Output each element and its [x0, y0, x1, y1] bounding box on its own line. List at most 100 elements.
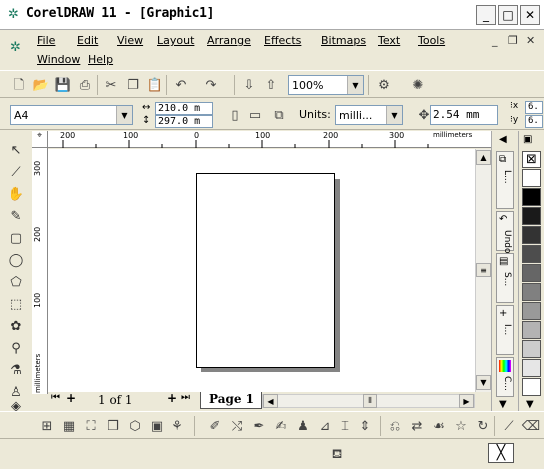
undo-icon[interactable]: ↶	[170, 74, 192, 96]
first-page-icon[interactable]: ⏮	[51, 392, 60, 403]
paper-type-dropdown[interactable]: A4 ▼	[10, 105, 133, 125]
polygon-tool-icon[interactable]: ⬠	[5, 271, 27, 293]
landscape-icon[interactable]: ▭	[244, 104, 266, 126]
color-swatch[interactable]	[522, 321, 541, 339]
minimize-button[interactable]: _	[476, 5, 496, 25]
new-icon[interactable]: 🗋	[8, 74, 30, 96]
menu-view[interactable]: View	[117, 34, 143, 47]
scroll-left-icon[interactable]: ◀	[263, 394, 278, 408]
close-button[interactable]: ✕	[520, 5, 540, 25]
trim-icon[interactable]: ⎌	[384, 415, 406, 437]
scroll-up-icon[interactable]: ▲	[476, 150, 491, 165]
ellipse-tool-icon[interactable]: ◯	[5, 249, 27, 271]
ruler-origin[interactable]: ⌖	[32, 131, 48, 148]
color-swatch[interactable]	[522, 302, 541, 320]
contour-icon[interactable]: ⚘	[166, 415, 188, 437]
outline-none-swatch[interactable]: ╳	[488, 443, 514, 463]
scroll-thumb[interactable]: ≡	[476, 263, 491, 277]
eraser-icon[interactable]: ⌫	[520, 415, 542, 437]
color-swatch[interactable]	[522, 188, 541, 206]
cut-icon[interactable]: ✂	[100, 74, 122, 96]
menu-text[interactable]: Text	[378, 34, 400, 47]
duplicate-x-field[interactable]: 6.	[525, 101, 543, 114]
menu-effects[interactable]: Effects	[264, 34, 301, 47]
connector-icon[interactable]: ⌶	[334, 415, 356, 437]
portrait-icon[interactable]: ▯	[224, 104, 246, 126]
artistic-media-icon[interactable]: ✒	[248, 415, 270, 437]
menu-file[interactable]: File	[37, 34, 55, 47]
doc-restore-button[interactable]: ❐	[508, 34, 518, 47]
paste-icon[interactable]: 📋	[144, 74, 166, 96]
menu-edit[interactable]: Edit	[77, 34, 98, 47]
palette-scroll-down-icon[interactable]: ▼	[526, 399, 534, 410]
docker-tab-undo[interactable]: ↶ Undo	[496, 211, 514, 254]
import-icon[interactable]: ⇩	[238, 74, 260, 96]
knife-icon[interactable]: ⟋	[498, 415, 520, 437]
redo-icon[interactable]: ↷	[200, 74, 222, 96]
menu-help[interactable]: Help	[88, 53, 113, 66]
docker-tab-info[interactable]: + I...	[496, 305, 514, 355]
docker-scroll-down-icon[interactable]: ▼	[499, 399, 507, 410]
basic-shapes-tool-icon[interactable]: ⬚	[5, 293, 27, 315]
horizontal-ruler[interactable]: 200 100 0 100 200 300 millimeters	[48, 131, 491, 148]
color-swatch[interactable]	[522, 226, 541, 244]
chevron-down-icon[interactable]: ▼	[386, 106, 402, 124]
corel-online-icon[interactable]: ✺	[407, 74, 429, 96]
menu-window[interactable]: Window	[37, 53, 80, 66]
smart-drawing-icon[interactable]: ⤭	[226, 415, 248, 437]
pick-tool-icon[interactable]: ↖	[5, 139, 27, 161]
docker-tab-color[interactable]: C...	[496, 357, 514, 397]
pan-tool-icon[interactable]: ✋	[5, 183, 27, 205]
horizontal-scrollbar[interactable]: ◀ ⦀ ▶	[262, 394, 475, 408]
no-color-swatch[interactable]: ⊠	[522, 151, 541, 168]
docker-tab-object-manager[interactable]: ⧉ L...	[496, 151, 514, 209]
maximize-button[interactable]: □	[498, 5, 518, 25]
vertical-ruler[interactable]: 300 200 100 millimeters	[32, 148, 48, 394]
color-swatch[interactable]	[522, 169, 541, 187]
add-page-before-icon[interactable]: +	[66, 391, 76, 405]
interactive-blend-tool-icon[interactable]: ⚲	[5, 337, 27, 359]
menu-layout[interactable]: Layout	[157, 34, 194, 47]
nudge-distance-field[interactable]: 2.54 mm	[430, 105, 498, 125]
color-swatch[interactable]	[522, 245, 541, 263]
zoom-level-dropdown[interactable]: 100% ▼	[288, 75, 364, 95]
grid-icon[interactable]: ⊞	[36, 415, 58, 437]
vertical-scrollbar[interactable]: ▲ ≡ ▼	[475, 149, 491, 392]
print-icon[interactable]: ⎙	[74, 74, 96, 96]
docker-collapse-icon[interactable]: ◀	[499, 134, 507, 145]
extrude-icon[interactable]: ❒	[102, 415, 124, 437]
intersect-icon[interactable]: ☙	[428, 415, 450, 437]
bitmap-pattern-icon[interactable]: ▦	[58, 415, 80, 437]
pen-icon[interactable]: ♟	[292, 415, 314, 437]
add-page-after-icon[interactable]: +	[167, 391, 177, 405]
color-swatch[interactable]	[522, 359, 541, 377]
page-width-field[interactable]: 210.0 m	[155, 102, 213, 115]
doc-close-button[interactable]: ✕	[526, 34, 535, 47]
color-swatch[interactable]	[522, 207, 541, 225]
brush-icon[interactable]: ✍	[270, 415, 292, 437]
last-page-icon[interactable]: ⏭	[181, 392, 190, 403]
color-swatch[interactable]	[522, 264, 541, 282]
color-swatch[interactable]	[522, 340, 541, 358]
scroll-right-icon[interactable]: ▶	[459, 394, 474, 408]
menu-bitmaps[interactable]: Bitmaps	[321, 34, 366, 47]
star-shape-icon[interactable]: ☆	[450, 415, 472, 437]
color-swatch[interactable]	[522, 378, 541, 396]
eyedropper-tool-icon[interactable]: ⚗	[5, 359, 27, 381]
bezier-icon[interactable]: ✐	[204, 415, 226, 437]
menu-tools[interactable]: Tools	[418, 34, 445, 47]
page-layout-icon[interactable]: ⧉	[268, 104, 290, 126]
doc-minimize-button[interactable]: _	[492, 34, 498, 47]
chevron-down-icon[interactable]: ▼	[116, 106, 132, 124]
application-launcher-icon[interactable]: ⚙	[373, 74, 395, 96]
save-icon[interactable]: 💾	[52, 74, 74, 96]
color-swatch[interactable]	[522, 283, 541, 301]
shape-tool-icon[interactable]: ⟋	[5, 161, 27, 183]
menu-arrange[interactable]: Arrange	[207, 34, 251, 47]
document-page[interactable]	[196, 173, 335, 368]
page-height-field[interactable]: 297.0 m	[155, 115, 213, 128]
callout-icon[interactable]: ↻	[472, 415, 494, 437]
rectangle-tool-icon[interactable]: ▢	[5, 227, 27, 249]
units-dropdown[interactable]: milli... ▼	[335, 105, 403, 125]
freehand-tool-icon[interactable]: ✎	[5, 205, 27, 227]
